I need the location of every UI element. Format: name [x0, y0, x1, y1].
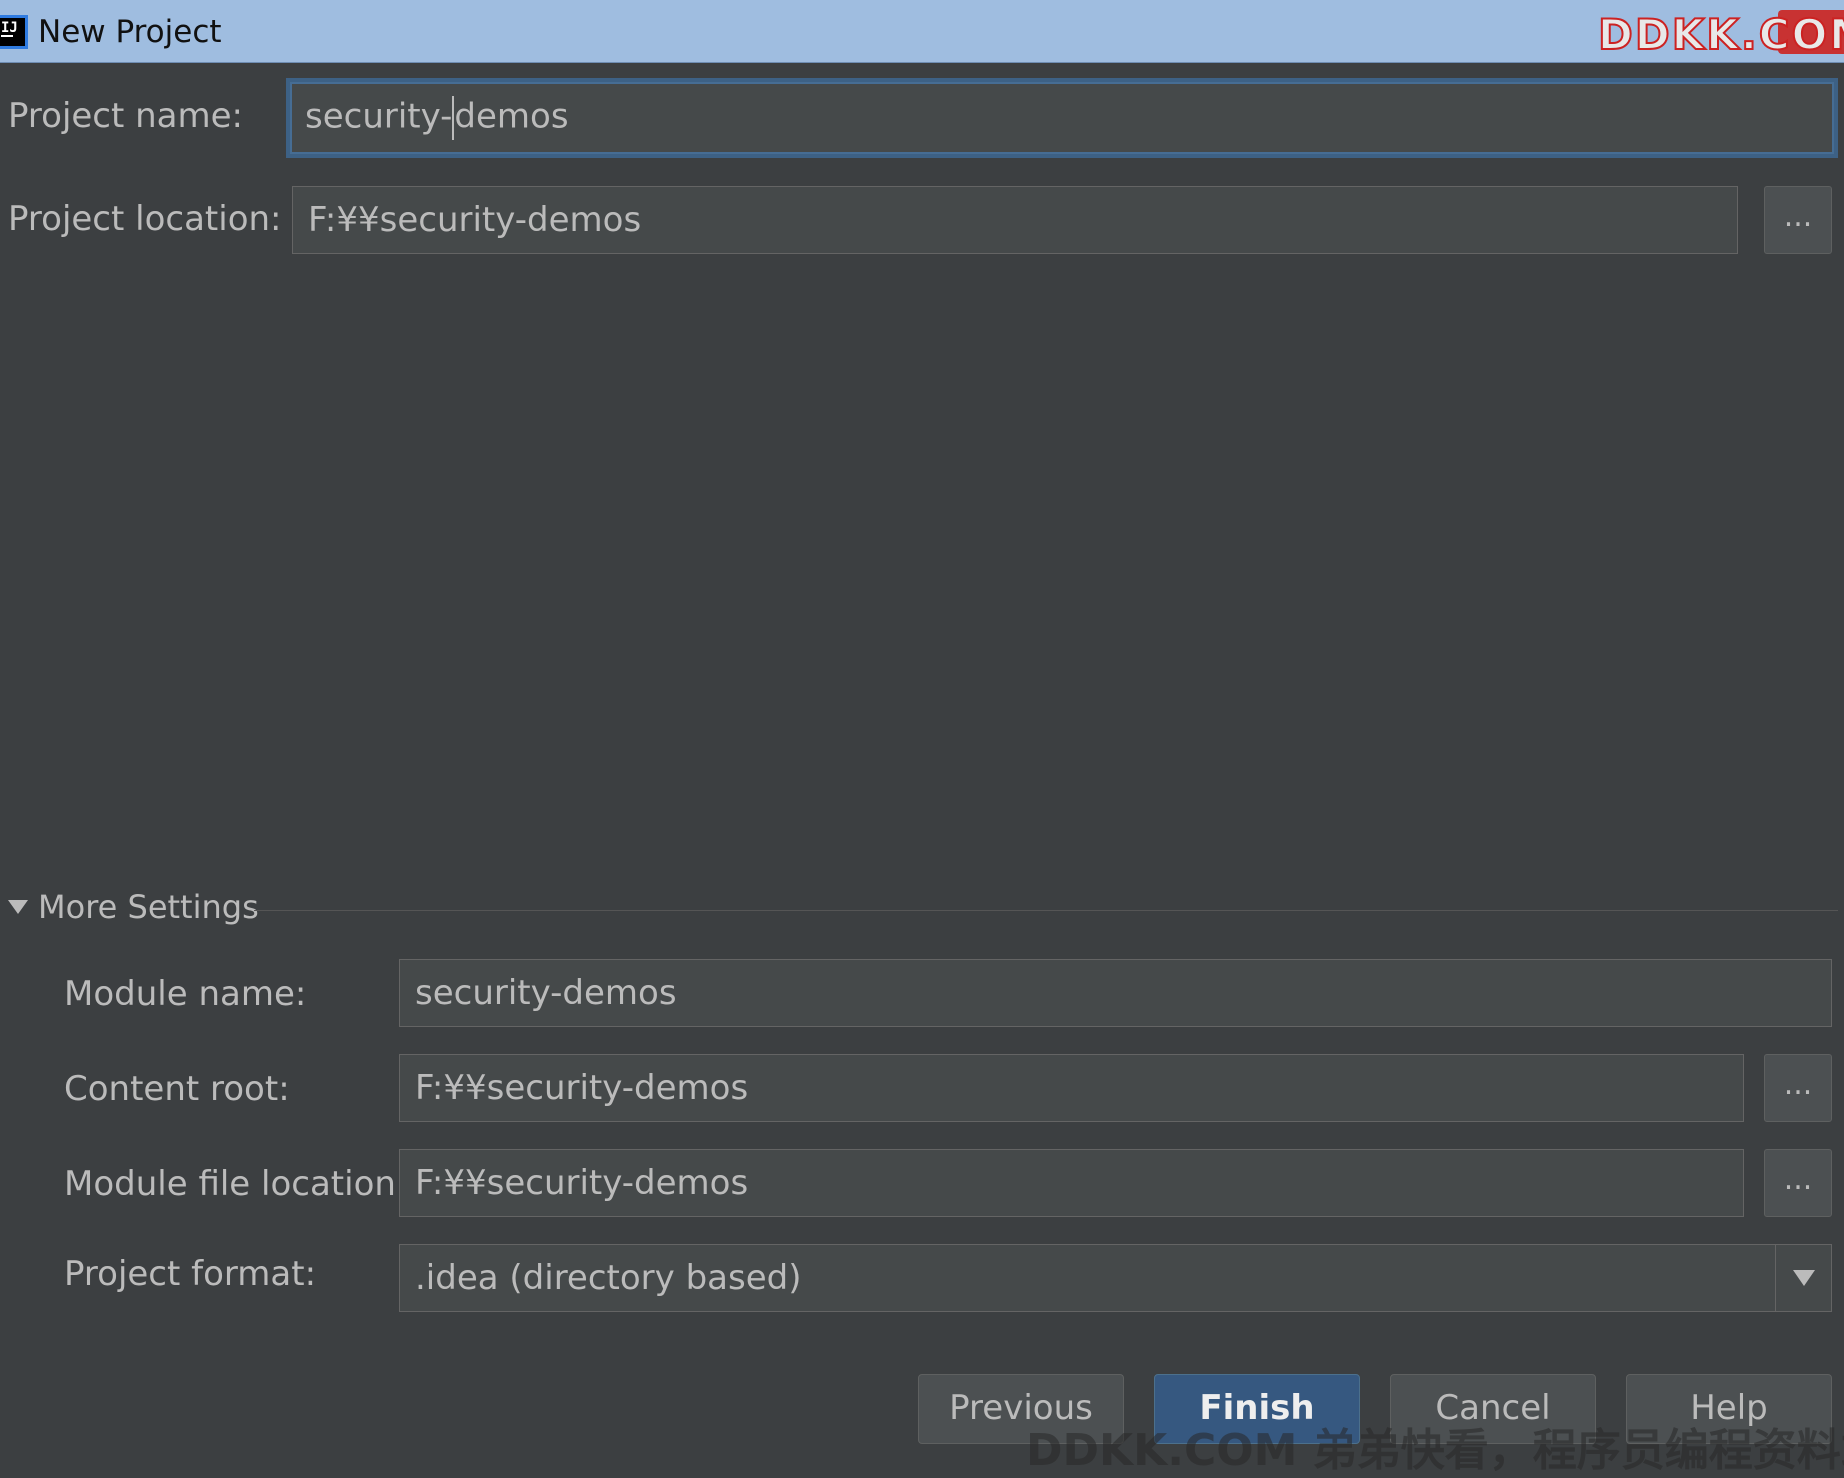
- triangle-down-icon: [8, 900, 28, 914]
- content-root-label: Content root:: [64, 1069, 290, 1109]
- watermark-logo: DDKK.COM: [1597, 9, 1844, 60]
- footer-watermark: DDKK.COM 弟弟快看，程序员编程资料站: [1026, 1425, 1844, 1476]
- project-format-label: Project format:: [64, 1254, 317, 1294]
- more-settings-toggle[interactable]: More Settings: [8, 888, 259, 926]
- project-format-value: .idea (directory based): [415, 1258, 802, 1298]
- dropdown-arrow-icon[interactable]: [1775, 1245, 1831, 1311]
- module-file-location-value: F:¥¥security-demos: [415, 1163, 749, 1203]
- module-name-input[interactable]: security-demos: [399, 959, 1832, 1027]
- browse-project-location-button[interactable]: ...: [1764, 186, 1832, 254]
- module-name-label: Module name:: [64, 974, 307, 1014]
- browse-content-root-button[interactable]: ...: [1764, 1054, 1832, 1122]
- section-divider: [254, 910, 1838, 911]
- project-location-label: Project location:: [8, 199, 282, 239]
- intellij-app-icon: IJ: [0, 15, 28, 49]
- project-name-input[interactable]: security-demos: [286, 78, 1838, 158]
- more-settings-label: More Settings: [38, 888, 259, 926]
- window-title: New Project: [38, 14, 222, 50]
- project-name-value: security-demos: [305, 96, 569, 140]
- project-location-value: F:¥¥security-demos: [308, 200, 642, 240]
- project-name-label: Project name:: [8, 96, 244, 136]
- browse-module-file-location-button[interactable]: ...: [1764, 1149, 1832, 1217]
- module-file-location-input[interactable]: F:¥¥security-demos: [399, 1149, 1744, 1217]
- content-root-input[interactable]: F:¥¥security-demos: [399, 1054, 1744, 1122]
- project-format-select[interactable]: .idea (directory based): [399, 1244, 1832, 1312]
- window-titlebar: IJ New Project DDKK.COM: [0, 0, 1844, 63]
- module-file-location-label: Module file location:: [64, 1164, 408, 1204]
- project-location-input[interactable]: F:¥¥security-demos: [292, 186, 1738, 254]
- module-name-value: security-demos: [415, 973, 677, 1013]
- text-caret: [452, 96, 455, 140]
- content-root-value: F:¥¥security-demos: [415, 1068, 749, 1108]
